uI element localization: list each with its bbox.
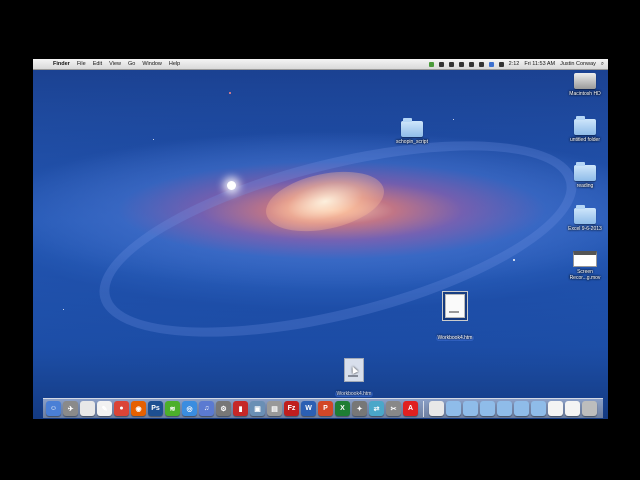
battery-time: 2:12	[508, 61, 520, 67]
battery-icon[interactable]	[498, 61, 504, 67]
tools-icon[interactable]: ✂	[386, 401, 401, 416]
chrome-icon[interactable]: ●	[114, 401, 129, 416]
desktop-icon-label: Macintosh HD	[569, 91, 601, 97]
menu-extra-icon[interactable]	[438, 61, 444, 67]
folder-icon	[574, 205, 596, 224]
desktop-icon-screen-recording[interactable]: Screen Recor...g.mov	[563, 251, 607, 281]
pages-icon[interactable]: ✎	[97, 401, 112, 416]
desktop[interactable]: Finder File Edit View Go Window Help 2:1…	[33, 59, 608, 419]
menu-edit[interactable]: Edit	[93, 61, 102, 67]
folder-stack-icon[interactable]	[463, 401, 478, 416]
document-stack-icon[interactable]	[565, 401, 580, 416]
wallpaper-star	[153, 139, 154, 140]
desktop-icon-schopin-script[interactable]: schopin_script	[390, 118, 434, 145]
wallpaper-star	[63, 309, 64, 310]
menu-extra-icon[interactable]	[428, 61, 434, 67]
folder-stack-icon[interactable]	[514, 401, 529, 416]
desktop-icon-label: reading	[576, 183, 594, 189]
document-icon	[445, 294, 465, 318]
desktop-icon-workbook[interactable]: Workbook4.htm	[433, 291, 477, 344]
dock: ☺ ✈ ✎ ● ◉ Ps ≋ ◎ ♫ ⚙ ▮ ▣ ▤ Fz W P X ✦ ⇄ ✂ A	[43, 398, 603, 418]
iphoto-icon[interactable]: ▣	[250, 401, 265, 416]
wallpaper-star	[453, 119, 454, 120]
desktop-icon-label: Workbook4.htm	[435, 335, 475, 341]
flag-icon[interactable]	[488, 61, 494, 67]
volume-icon[interactable]	[468, 61, 474, 67]
movie-file-icon	[573, 251, 597, 267]
spotify-icon[interactable]: ≋	[165, 401, 180, 416]
folder-stack-icon[interactable]	[497, 401, 512, 416]
desktop-icon-label: Workbook4.htm	[334, 391, 374, 397]
menubar-clock[interactable]: Fri 11:53 AM	[524, 61, 555, 67]
wifi-icon[interactable]	[478, 61, 484, 67]
folder-stack-icon[interactable]	[480, 401, 495, 416]
filezilla-icon[interactable]: Fz	[284, 401, 299, 416]
folder-icon	[574, 162, 596, 181]
desktop-icon-macintosh-hd[interactable]: Macintosh HD	[563, 73, 607, 97]
menu-window[interactable]: Window	[142, 61, 162, 67]
trash-icon[interactable]	[582, 401, 597, 416]
menu-view[interactable]: View	[109, 61, 121, 67]
flashcards-icon[interactable]: ▮	[233, 401, 248, 416]
wallpaper-star	[227, 181, 236, 190]
bluetooth-icon[interactable]	[448, 61, 454, 67]
migration-icon[interactable]: ⇄	[369, 401, 384, 416]
menu-app-finder[interactable]: Finder	[53, 61, 70, 67]
wallpaper-star	[229, 92, 231, 94]
desktop-icon-untitled-folder[interactable]: untitled folder	[563, 116, 607, 143]
menu-help[interactable]: Help	[169, 61, 180, 67]
menu-file[interactable]: File	[77, 61, 86, 67]
wallpaper-star	[513, 259, 515, 261]
word-icon[interactable]: W	[301, 401, 316, 416]
desktop-icon-reading[interactable]: reading	[563, 162, 607, 189]
firefox-icon[interactable]: ◉	[131, 401, 146, 416]
launchpad-icon[interactable]: ✈	[63, 401, 78, 416]
dock-separator	[423, 400, 424, 417]
photoshop-icon[interactable]: Ps	[148, 401, 163, 416]
menubar-user[interactable]: Justin Conway	[560, 61, 596, 67]
scripts-icon[interactable]: ✦	[352, 401, 367, 416]
document-stack-icon[interactable]	[429, 401, 444, 416]
status-area: 2:12 Fri 11:53 AM Justin Conway ⌕	[428, 61, 608, 68]
folder-stack-icon[interactable]	[531, 401, 546, 416]
desktop-icon-label: schopin_script	[396, 139, 428, 145]
time-machine-icon[interactable]	[458, 61, 464, 67]
desktop-icon-label: Screen Recor...g.mov	[569, 269, 601, 281]
folder-stack-icon[interactable]	[446, 401, 461, 416]
wallpaper-galaxy-arm	[80, 102, 596, 376]
finder-icon[interactable]: ☺	[46, 401, 61, 416]
document-stack-icon[interactable]	[548, 401, 563, 416]
safari-icon[interactable]: ◎	[182, 401, 197, 416]
textedit-icon[interactable]	[80, 401, 95, 416]
folder-icon	[401, 118, 423, 137]
acrobat-icon[interactable]: A	[403, 401, 418, 416]
itunes-icon[interactable]: ♫	[199, 401, 214, 416]
desktop-icon-label: untitled folder	[569, 137, 601, 143]
desktop-icon-excel[interactable]: Excel 9-6-2013	[563, 205, 607, 232]
excel-icon[interactable]: X	[335, 401, 350, 416]
menu-bar: Finder File Edit View Go Window Help 2:1…	[33, 59, 608, 70]
desktop-icon-label: Excel 9-6-2013	[568, 226, 602, 232]
powerpoint-icon[interactable]: P	[318, 401, 333, 416]
hard-disk-icon	[574, 73, 596, 89]
spotlight-icon[interactable]: ⌕	[601, 61, 604, 68]
folder-icon	[574, 116, 596, 135]
menu-go[interactable]: Go	[128, 61, 135, 67]
icon-selection-box	[442, 291, 468, 321]
system-preferences-icon[interactable]: ⚙	[216, 401, 231, 416]
utility-icon[interactable]: ▤	[267, 401, 282, 416]
